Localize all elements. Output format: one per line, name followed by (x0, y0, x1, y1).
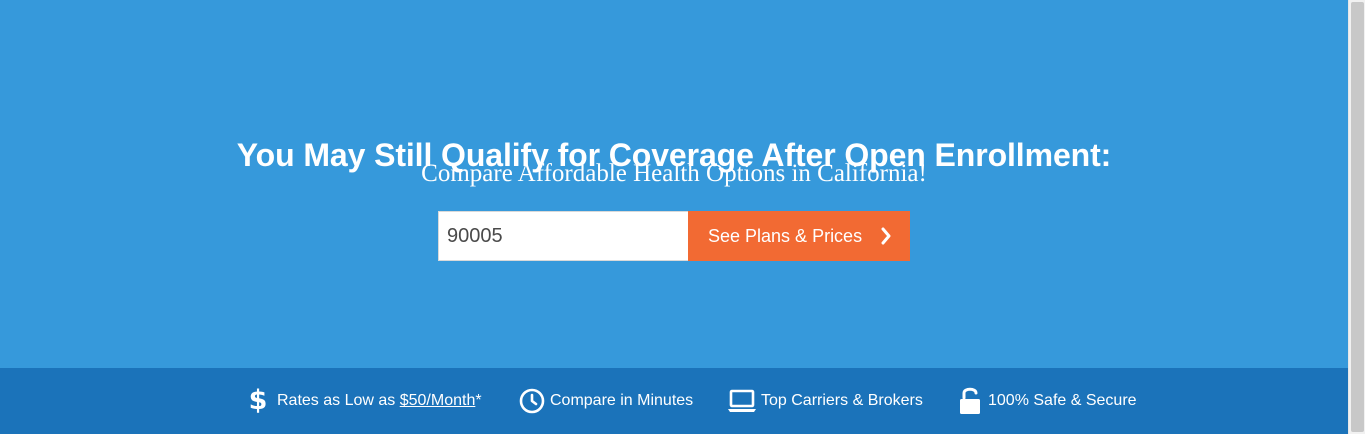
dollar-icon: $ (248, 385, 268, 416)
rates-price-link[interactable]: $50/Month (400, 392, 476, 409)
page-subtitle: Compare Affordable Health Options in Cal… (421, 160, 927, 187)
zip-search-form: See Plans & Prices (438, 211, 910, 261)
benefit-rates-suffix: * (475, 392, 482, 409)
benefit-rates: $ Rates as Low as $50/Month* (247, 385, 482, 417)
laptop-icon (726, 388, 758, 414)
benefit-carriers: Top Carriers & Brokers (726, 385, 923, 417)
benefit-security: 100% Safe & Secure (958, 385, 1137, 417)
clock-icon (519, 388, 545, 414)
benefit-compare: Compare in Minutes (519, 385, 693, 417)
benefits-bar: $ Rates as Low as $50/Month* Compare in … (0, 368, 1348, 434)
scrollbar-thumb[interactable] (1351, 2, 1364, 432)
benefit-security-text: 100% Safe & Secure (988, 392, 1137, 409)
chevron-right-icon (876, 226, 896, 246)
see-plans-prices-button[interactable]: See Plans & Prices (688, 211, 910, 261)
see-plans-prices-label: See Plans & Prices (708, 225, 863, 246)
benefit-rates-prefix: Rates as Low as (277, 392, 400, 409)
benefit-compare-text: Compare in Minutes (550, 392, 694, 409)
unlocked-padlock-icon (958, 386, 982, 416)
zip-code-input[interactable] (438, 211, 688, 261)
page-vertical-scrollbar[interactable] (1348, 0, 1365, 434)
benefit-rates-text: Rates as Low as $50/Month* (277, 391, 482, 411)
hero-section: You May Still Qualify for Coverage After… (0, 0, 1348, 368)
benefit-carriers-text: Top Carriers & Brokers (761, 392, 923, 409)
